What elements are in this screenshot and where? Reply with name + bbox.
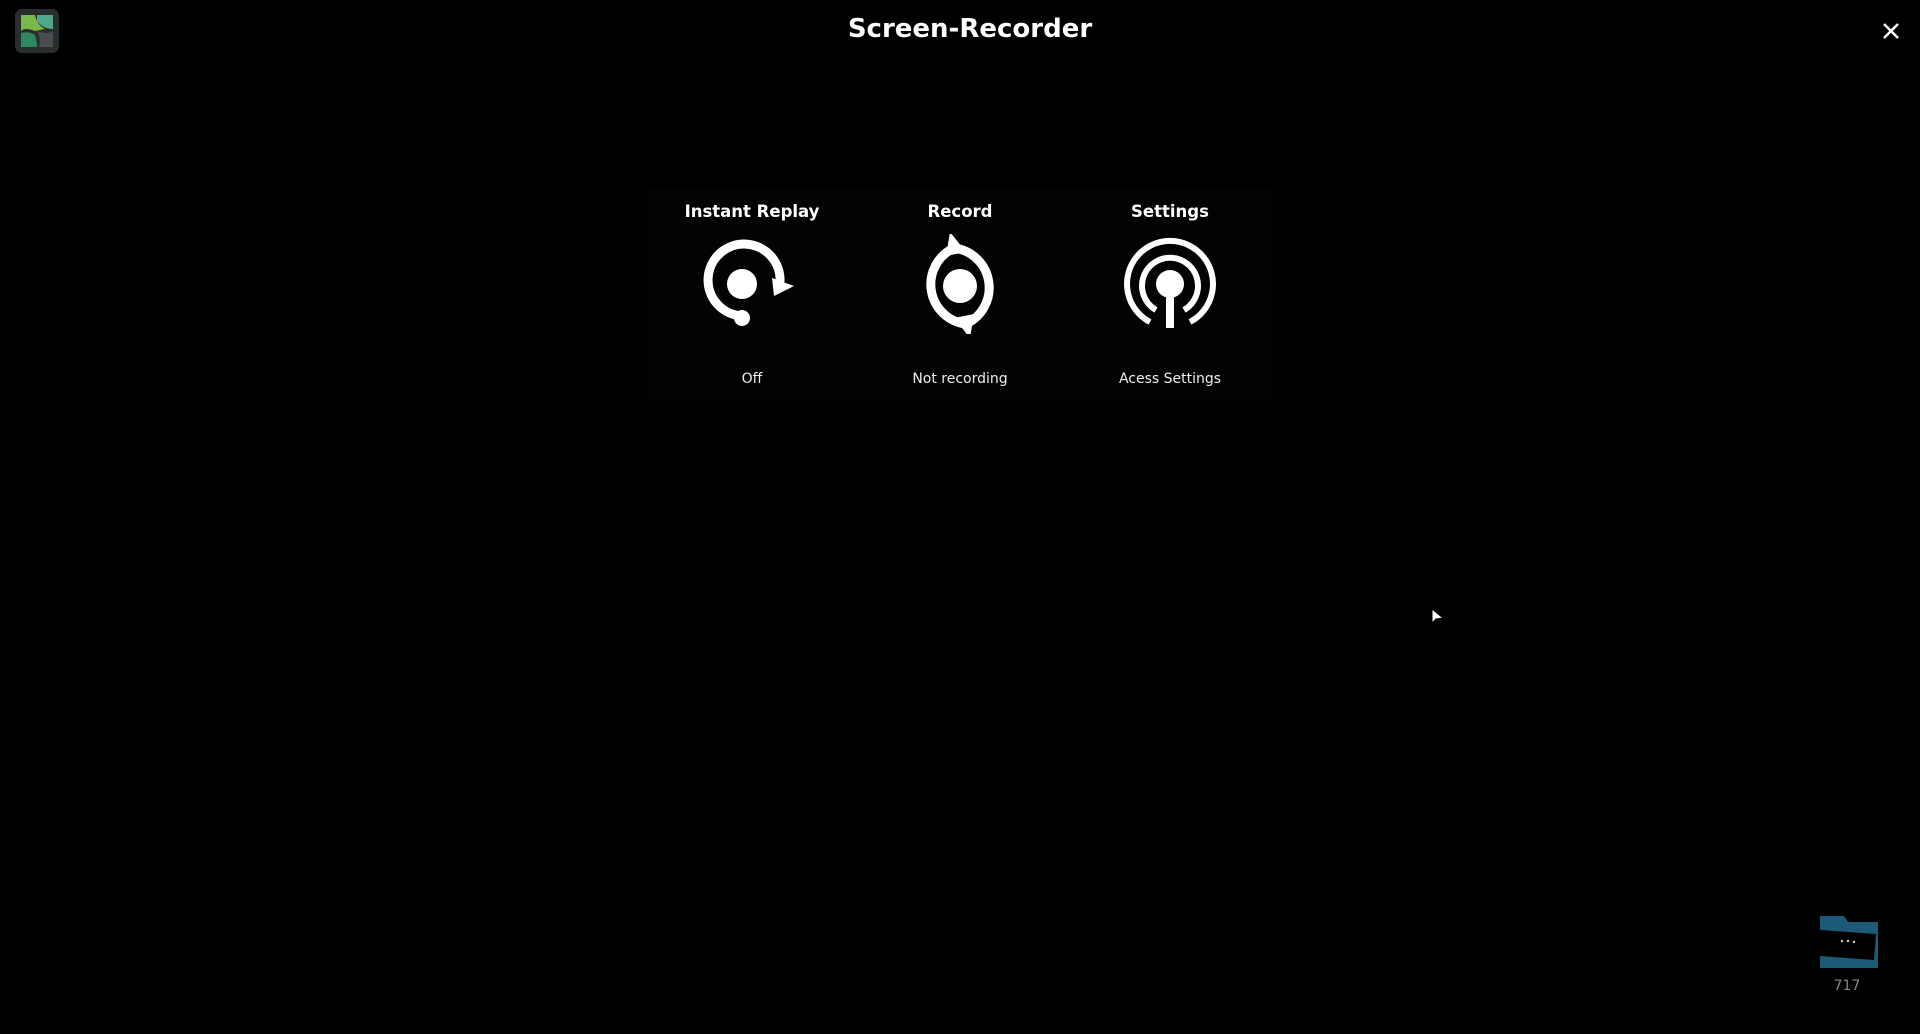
record-label: Record	[927, 202, 993, 221]
recordings-folder[interactable]: 717	[1812, 912, 1882, 1002]
settings-button[interactable]: Settings Acess Settings	[1065, 188, 1275, 400]
record-button[interactable]: Record Not recording	[855, 188, 1065, 400]
instant-replay-label: Instant Replay	[684, 202, 820, 221]
recorder-panel: Instant Replay Off Record Not recording …	[647, 188, 1273, 400]
close-icon	[1883, 23, 1899, 39]
settings-label: Settings	[1131, 202, 1209, 221]
close-button[interactable]	[1878, 18, 1904, 44]
record-status: Not recording	[912, 371, 1008, 387]
instant-replay-icon	[703, 239, 794, 326]
mouse-cursor-icon	[1431, 607, 1445, 625]
settings-broadcast-icon	[1124, 237, 1216, 328]
window-title: Screen-Recorder	[847, 14, 1093, 44]
folder-icon	[1820, 916, 1878, 968]
folder-count: 717	[1833, 978, 1861, 994]
settings-status: Acess Settings	[1118, 371, 1222, 387]
record-icon	[926, 234, 994, 334]
instant-replay-status: Off	[741, 371, 763, 387]
instant-replay-button[interactable]: Instant Replay Off	[647, 188, 857, 400]
